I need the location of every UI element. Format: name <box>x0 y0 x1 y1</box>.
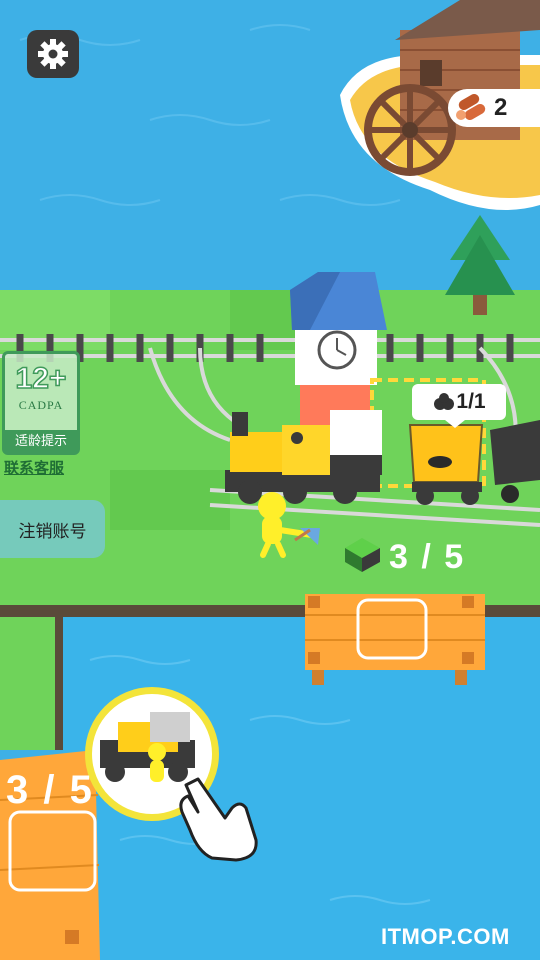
wagon-capacity-label: 1/1 <box>412 384 506 420</box>
wood-logs-icon <box>456 94 486 120</box>
cadpa-name: CADPA <box>18 398 64 412</box>
age-tip-label: 适龄提示 <box>5 430 77 452</box>
bridge-progress-label: 3 / 5 <box>6 768 94 812</box>
cadpa-age: 12+ <box>15 362 67 395</box>
grass-progress-label: 3 / 5 <box>389 538 466 576</box>
gear-icon <box>38 39 68 69</box>
wood-resource-counter: 2 <box>448 89 540 127</box>
cadpa-age-rating-badge[interactable]: 12+ CADPA 适龄提示 <box>2 351 80 455</box>
logout-account-button[interactable]: 注销账号 <box>0 500 105 558</box>
customer-service-link[interactable]: 联系客服 <box>4 457 64 478</box>
wagon-capacity-value: 1/1 <box>456 390 486 413</box>
settings-button[interactable] <box>27 30 79 78</box>
coal-icon <box>434 393 455 410</box>
wood-count: 2 <box>494 94 508 121</box>
site-watermark: ITMOP.COM <box>381 924 510 949</box>
game-scene[interactable] <box>0 0 540 960</box>
